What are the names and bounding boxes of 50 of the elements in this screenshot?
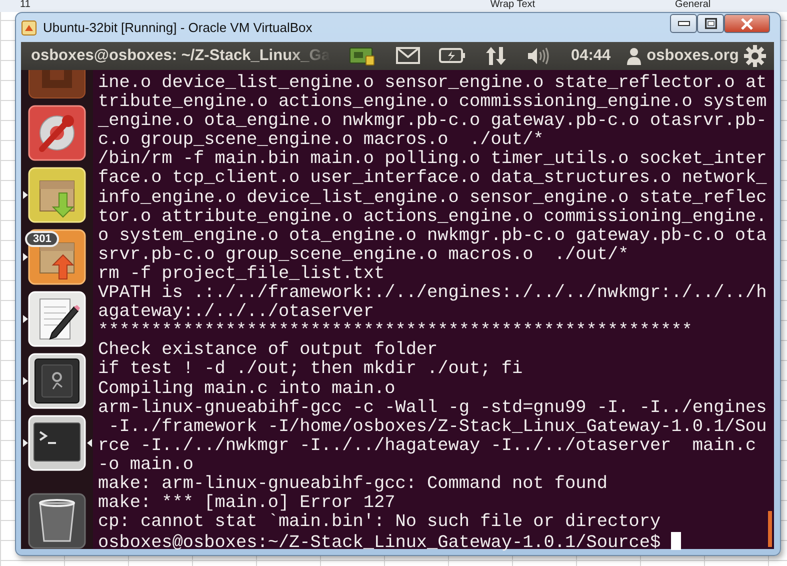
user-name[interactable]: osboxes.org — [646, 44, 739, 68]
terminal-line: o system_engine.o ota_engine.o nwkmgr.pb-c.o gateway.pb-c.o ota — [98, 226, 768, 246]
maximize-button[interactable] — [697, 14, 724, 33]
terminal-line: -I../framework -I/home/osboxes/Z-Stack_Linux_Gateway-1.0.1/Sou — [108, 418, 768, 437]
minimize-button[interactable] — [670, 14, 697, 33]
maximize-icon — [704, 18, 716, 29]
transfer-arrows-icon[interactable] — [485, 45, 507, 67]
terminal-line: ine.o device_list_engine.o sensor_engine.o state_reflector.o at — [98, 74, 768, 93]
terminal-icon[interactable] — [28, 415, 86, 471]
terminal-line: Check existance of output folder — [98, 341, 438, 360]
terminal-line: VPATH is .:./../framework:./../engines:./../../nwkmgr:./../../h — [98, 284, 768, 304]
terminal-line: ******************************************************** — [98, 322, 694, 342]
terminal-line: arm-linux-gnueabihf-gcc -c -Wall -g -std=gnu99 -I. -I../engines — [98, 398, 768, 418]
scrollbar-thumb[interactable] — [768, 511, 772, 547]
user-icon[interactable] — [626, 47, 641, 65]
terminal-line: _engine.o ota_engine.o nwkmgr.pb-c.o gateway.pb-c.o otasrvr.pb- — [98, 112, 768, 132]
clock[interactable]: 04:44 — [571, 44, 611, 68]
terminal-line: srvr.pb-c.o group_scene_engine.o macros.o ./out/* — [98, 246, 630, 265]
close-button[interactable] — [724, 14, 770, 33]
volume-icon[interactable] — [526, 45, 551, 67]
network-card-icon[interactable] — [349, 45, 377, 67]
toolbar-label: 11 — [20, 0, 30, 11]
window-title: Ubuntu-32bit [Running] - Oracle VM VirtualBox — [43, 18, 312, 37]
minimize-icon — [678, 21, 690, 26]
mail-icon[interactable] — [396, 45, 420, 67]
terminal-line: tribute_engine.o actions_engine.o commissioning_engine.o system — [98, 93, 768, 112]
terminal-line: tor.o attribute_engine.o actions_engine.o commissioning_engine. — [98, 208, 768, 227]
terminal-line: info_engine.o device_list_engine.o sensor_engine.o state_reflec — [98, 188, 768, 208]
terminal-line: cp: cannot stat `main.bin': No such file or directory — [98, 513, 662, 532]
terminal-line: -o main.o — [98, 456, 195, 475]
app-icon[interactable] — [28, 70, 86, 99]
terminal-line: c.o group_scene_engine.o macros.o ./out/* — [98, 131, 544, 150]
terminal-line: /bin/rm -f main.bin main.o polling.o timer_utils.o socket_inter — [98, 150, 768, 170]
trash-icon[interactable] — [28, 493, 86, 549]
terminal-line: if test ! -d ./out; then mkdir ./out; fi — [98, 360, 524, 380]
close-icon — [741, 18, 753, 30]
terminal-line: osboxes@osboxes:~/Z-Stack_Linux_Gateway-1.0.1/Source$ — [98, 532, 770, 552]
terminal-line: make: arm-linux-gnueabihf-gcc: Command not found — [98, 474, 608, 494]
terminal-line: make: *** [main.o] Error 127 — [98, 494, 396, 514]
toolbar-label: General — [675, 0, 711, 11]
notification-count: 301 — [25, 231, 60, 247]
terminal-line: Compiling main.c into main.o — [98, 380, 396, 399]
terminal-line: rce -I../../nwkmgr -I../../hagateway -I../../otaserver main.c — [98, 436, 758, 456]
terminal-line: rm -f project_file_list.txt — [98, 264, 386, 284]
terminal-line: agateway:./../../otaserver — [98, 303, 374, 322]
download-icon[interactable] — [28, 167, 86, 223]
terminal-line: face.o tcp_client.o user_interface.o data_structures.o network_ — [98, 169, 768, 189]
app-icon — [21, 20, 37, 36]
toolbar-label: Wrap Text — [490, 0, 536, 11]
text-editor-icon[interactable] — [28, 291, 86, 347]
